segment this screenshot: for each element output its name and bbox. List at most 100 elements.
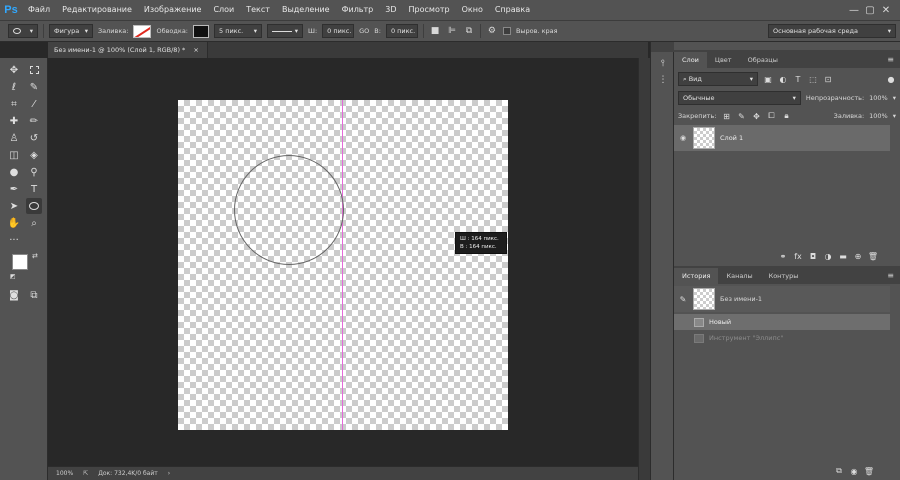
brush-tool-icon[interactable]: ✏	[26, 113, 42, 129]
tool-preset-picker[interactable]: ▾	[8, 24, 38, 38]
shape-filter-icon[interactable]: ⬚	[808, 74, 818, 84]
tab-channels[interactable]: Каналы	[718, 268, 760, 284]
menu-filter[interactable]: Фильтр	[336, 0, 380, 20]
tab-history[interactable]: История	[674, 268, 719, 284]
eyedropper-tool-icon[interactable]: ⁄	[26, 96, 42, 112]
stroke-swatch[interactable]	[193, 24, 209, 38]
ellipse-tool-icon[interactable]	[26, 198, 42, 214]
minimize-button[interactable]: —	[846, 5, 862, 16]
move-tool-icon[interactable]: ✥	[6, 62, 22, 78]
delete-layer-icon[interactable]: 🗑	[868, 251, 878, 261]
tab-layers[interactable]: Слои	[674, 52, 707, 68]
pen-tool-icon[interactable]: ✒	[6, 181, 22, 197]
share-icon[interactable]: ⇱	[83, 470, 88, 477]
adjustment-layer-icon[interactable]: ◑	[823, 251, 833, 261]
menu-view[interactable]: Просмотр	[403, 0, 456, 20]
status-menu-arrow[interactable]: ›	[168, 470, 170, 477]
delete-state-icon[interactable]: 🗑	[864, 466, 874, 476]
tab-color[interactable]: Цвет	[707, 52, 740, 68]
clone-stamp-tool-icon[interactable]: ♙	[6, 130, 22, 146]
lock-transparent-icon[interactable]: ⊞	[721, 111, 731, 121]
hand-tool-icon[interactable]: ✋	[6, 215, 22, 231]
add-mask-icon[interactable]: ◘	[808, 251, 818, 261]
new-group-icon[interactable]: ▬	[838, 251, 848, 261]
lock-all-icon[interactable]: 🔒︎	[781, 111, 791, 121]
screen-mode-icon[interactable]: ⧉	[26, 287, 42, 303]
tab-swatches[interactable]: Образцы	[740, 52, 786, 68]
filter-toggle-icon[interactable]: ●	[886, 74, 896, 84]
fill-value[interactable]: 100%	[869, 112, 888, 120]
history-brush-source-icon[interactable]: ✎	[678, 294, 688, 304]
height-field[interactable]: 0 пикс.	[385, 24, 418, 38]
chevron-down-icon[interactable]: ▾	[893, 94, 896, 102]
new-document-from-state-icon[interactable]: ⧉	[834, 466, 844, 476]
swap-colors-icon[interactable]: ⇄	[32, 252, 38, 260]
close-button[interactable]: ✕	[878, 5, 894, 16]
layer-kind-select[interactable]: ⌕ Вид ▾	[678, 72, 758, 86]
panel-menu-icon[interactable]: ≡	[887, 52, 894, 68]
path-arrangement-icon[interactable]: ⧉	[463, 25, 475, 37]
more-tools-icon[interactable]: ···	[6, 232, 22, 248]
tab-paths[interactable]: Контуры	[761, 268, 807, 284]
zoom-level[interactable]: 100%	[56, 470, 73, 477]
default-colors-icon[interactable]: ◩	[10, 273, 16, 280]
path-select-tool-icon[interactable]: ➤	[6, 198, 22, 214]
menu-window[interactable]: Окно	[456, 0, 489, 20]
new-snapshot-icon[interactable]: ◉	[849, 466, 859, 476]
menu-image[interactable]: Изображение	[138, 0, 208, 20]
type-filter-icon[interactable]: T	[793, 74, 803, 84]
opacity-value[interactable]: 100%	[869, 94, 888, 102]
crop-tool-icon[interactable]: ⌗	[6, 96, 22, 112]
menu-3d[interactable]: 3D	[379, 0, 402, 20]
menu-layers[interactable]: Слои	[207, 0, 240, 20]
paint-bucket-tool-icon[interactable]: ◈	[26, 147, 42, 163]
link-dimensions-button[interactable]: GO	[359, 27, 369, 35]
document-tab[interactable]: Без имени-1 @ 100% (Слой 1, RGB/8) * ×	[48, 42, 208, 58]
blur-tool-icon[interactable]: ●	[6, 164, 22, 180]
stroke-type-select[interactable]: ▾	[267, 24, 303, 38]
width-field[interactable]: 0 пикс.	[322, 24, 355, 38]
lock-image-icon[interactable]: ✎	[736, 111, 746, 121]
lasso-tool-icon[interactable]: ℓ	[6, 79, 22, 95]
adjustment-filter-icon[interactable]: ◐	[778, 74, 788, 84]
maximize-button[interactable]: ▢	[862, 5, 878, 16]
path-alignment-icon[interactable]: ⊫	[446, 25, 458, 37]
marquee-tool-icon[interactable]	[26, 62, 42, 78]
vertical-scrollbar[interactable]	[638, 58, 650, 480]
lock-position-icon[interactable]: ✥	[751, 111, 761, 121]
visibility-eye-icon[interactable]: ◉	[678, 133, 688, 143]
panel-menu-icon[interactable]: ≡	[887, 268, 894, 284]
pixel-filter-icon[interactable]: ▣	[763, 74, 773, 84]
eraser-tool-icon[interactable]: ◫	[6, 147, 22, 163]
new-layer-icon[interactable]: ⊕	[853, 251, 863, 261]
align-edges-checkbox[interactable]	[502, 27, 511, 35]
smart-object-filter-icon[interactable]: ⊡	[823, 74, 833, 84]
brush-settings-icon[interactable]: ⋮	[657, 74, 669, 86]
dodge-tool-icon[interactable]: ⚲	[26, 164, 42, 180]
path-operations-icon[interactable]: ■	[429, 25, 441, 37]
quick-mask-icon[interactable]: ◙	[6, 287, 22, 303]
healing-brush-tool-icon[interactable]: ✚	[6, 113, 22, 129]
blend-mode-select[interactable]: Обычные ▾	[678, 91, 801, 105]
close-tab-icon[interactable]: ×	[193, 46, 198, 54]
link-layers-icon[interactable]: ⚭	[778, 251, 788, 261]
menu-file[interactable]: Файл	[22, 0, 56, 20]
lock-artboard-icon[interactable]: ⧠	[766, 111, 776, 121]
chevron-down-icon[interactable]: ▾	[893, 112, 896, 120]
mode-select[interactable]: Фигура ▾	[49, 24, 93, 38]
fill-swatch[interactable]	[133, 24, 152, 38]
menu-type[interactable]: Текст	[240, 0, 276, 20]
stroke-width-field[interactable]: 5 пикс. ▾	[214, 24, 262, 38]
gear-icon[interactable]: ⚙	[486, 25, 498, 37]
layer-style-icon[interactable]: fx	[793, 251, 803, 261]
foreground-color-swatch[interactable]	[12, 254, 28, 270]
document-canvas[interactable]	[178, 100, 508, 430]
menu-select[interactable]: Выделение	[276, 0, 336, 20]
ellipse-shape[interactable]	[234, 155, 344, 265]
type-tool-icon[interactable]: T	[26, 181, 42, 197]
layer-name[interactable]: Слой 1	[720, 134, 743, 142]
brush-presets-icon[interactable]: ⫯	[657, 58, 669, 70]
menu-edit[interactable]: Редактирование	[56, 0, 138, 20]
history-brush-tool-icon[interactable]: ↺	[26, 130, 42, 146]
zoom-tool-icon[interactable]: ⌕	[26, 215, 42, 231]
